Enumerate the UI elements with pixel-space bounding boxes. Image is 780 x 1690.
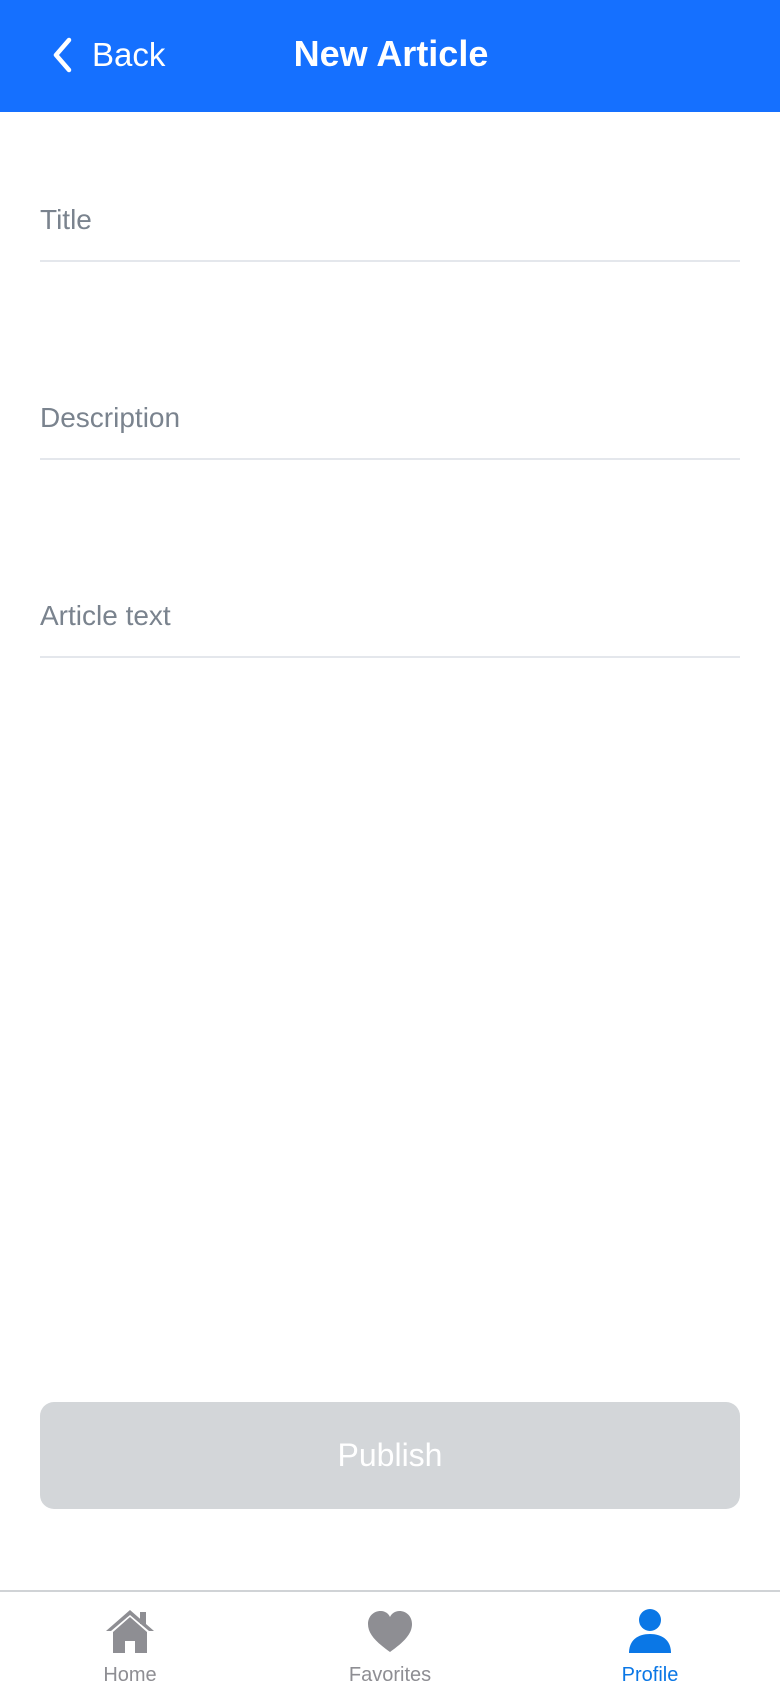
tab-home[interactable]: Home — [0, 1592, 260, 1690]
tab-home-label: Home — [103, 1664, 157, 1686]
tab-favorites-label: Favorites — [348, 1664, 432, 1686]
nav-header: Back New Article — [0, 0, 780, 112]
tab-profile-label: Profile — [621, 1664, 679, 1686]
heart-icon — [368, 1611, 412, 1652]
description-input[interactable] — [40, 378, 740, 458]
home-icon — [106, 1610, 154, 1653]
article-text-field — [40, 576, 740, 658]
publish-button[interactable]: Publish — [40, 1402, 740, 1509]
page-title: New Article — [293, 33, 489, 74]
title-input[interactable] — [40, 180, 740, 260]
article-text-input[interactable] — [40, 576, 740, 656]
description-field — [40, 378, 740, 460]
person-icon — [629, 1609, 671, 1653]
tab-profile[interactable]: Profile — [520, 1592, 780, 1690]
title-field — [40, 180, 740, 262]
tab-favorites[interactable]: Favorites — [260, 1592, 520, 1690]
tab-bar: Home Favorites Profile — [0, 1590, 780, 1690]
